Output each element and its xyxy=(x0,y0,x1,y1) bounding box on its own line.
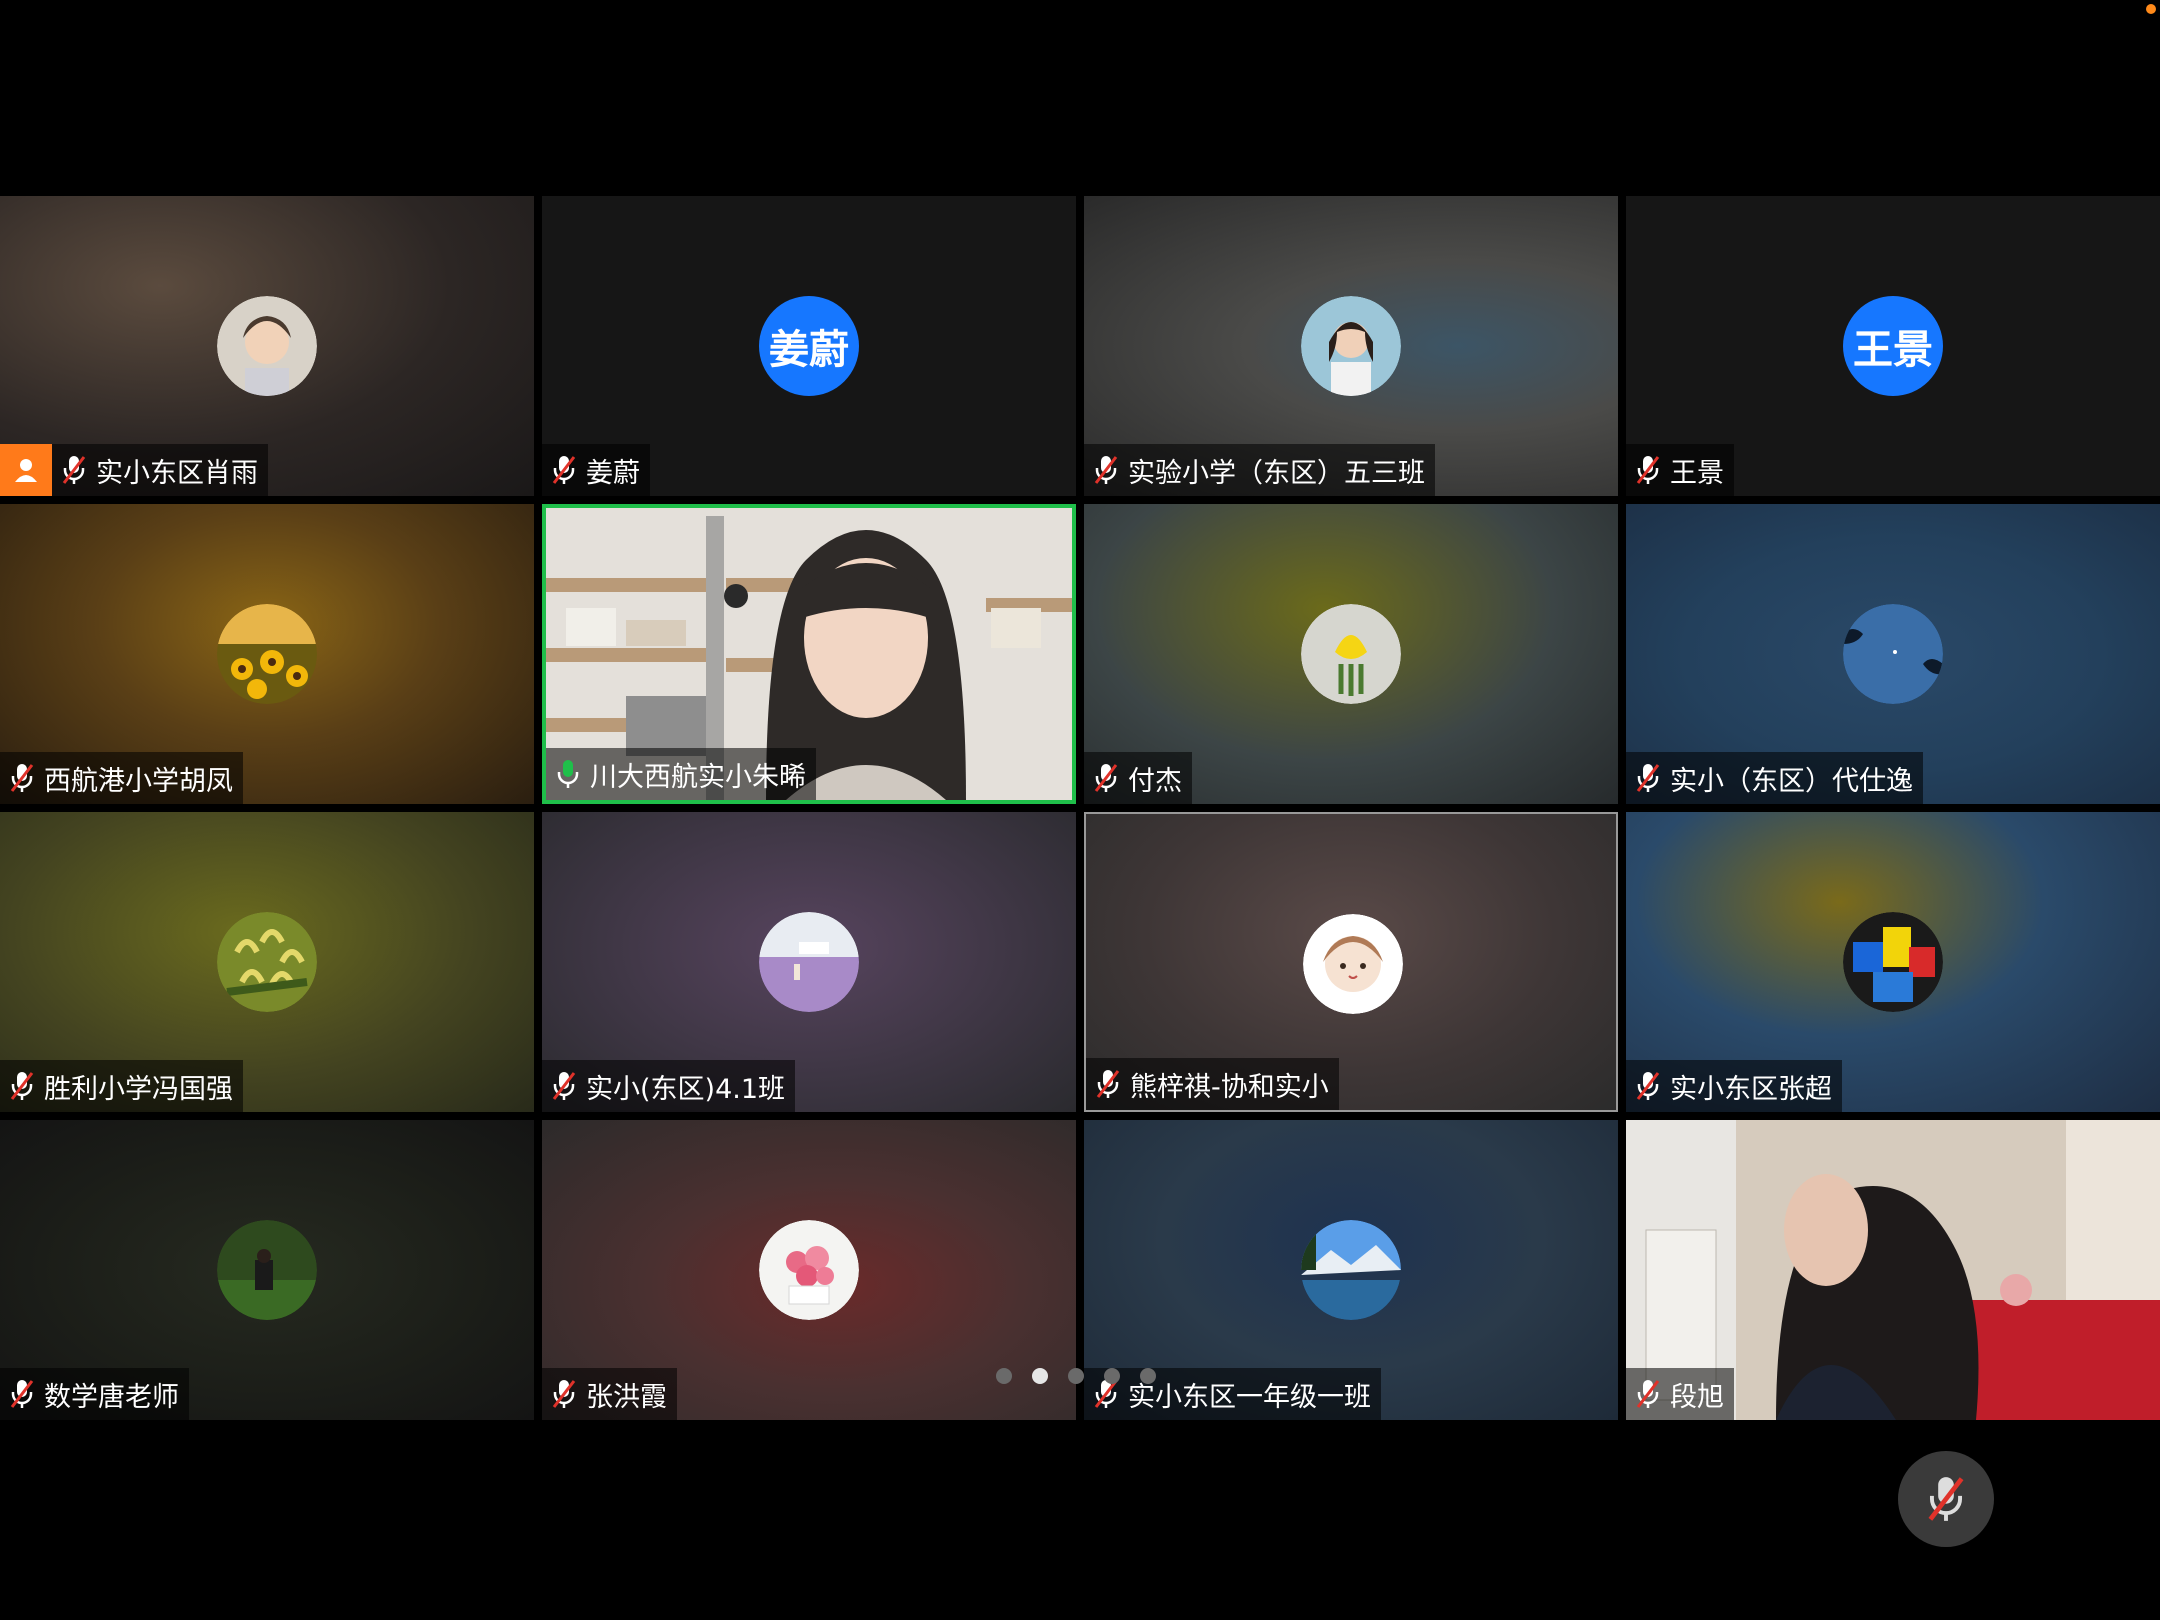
mic-muted-icon xyxy=(1928,1477,1964,1521)
avatar xyxy=(217,604,317,704)
mute-toggle-button[interactable] xyxy=(1898,1451,1994,1547)
participant-name-bar: 段旭 xyxy=(1626,1368,1734,1420)
page-indicator[interactable] xyxy=(996,1368,1156,1384)
avatar xyxy=(1301,296,1401,396)
mic-muted-icon xyxy=(1092,762,1120,794)
avatar xyxy=(1301,1220,1401,1320)
avatar xyxy=(217,912,317,1012)
page-dot[interactable] xyxy=(1068,1368,1084,1384)
mic-active-icon xyxy=(554,758,582,790)
participant-video-tile[interactable]: 川大西航实小朱晞 xyxy=(542,504,1076,804)
participant-tile[interactable]: 胜利小学冯国强 xyxy=(0,812,534,1112)
participant-name-bar: 实小东区张超 xyxy=(1626,1060,1842,1112)
participant-name: 段旭 xyxy=(1670,1381,1724,1413)
avatar xyxy=(1301,604,1401,704)
page-dot[interactable] xyxy=(1140,1368,1156,1384)
participant-name: 熊梓祺-协和实小 xyxy=(1130,1071,1329,1103)
participant-tile[interactable]: 付杰 xyxy=(1084,504,1618,804)
mic-muted-icon xyxy=(1092,454,1120,486)
participant-name-bar: 川大西航实小朱晞 xyxy=(546,748,816,800)
participant-name-bar: 熊梓祺-协和实小 xyxy=(1086,1058,1339,1110)
mic-muted-icon xyxy=(1634,454,1662,486)
mic-muted-icon xyxy=(8,1070,36,1102)
host-person-icon xyxy=(15,459,37,482)
page-dot[interactable] xyxy=(1104,1368,1120,1384)
participant-name: 西航港小学胡凤 xyxy=(44,765,233,797)
avatar xyxy=(1843,604,1943,704)
participant-name: 姜蔚 xyxy=(586,457,640,489)
participant-name-bar: 实小(东区)4.1班 xyxy=(542,1060,796,1112)
participant-name-bar: 胜利小学冯国强 xyxy=(0,1060,243,1112)
participant-name: 实小东区一年级一班 xyxy=(1128,1381,1371,1413)
participant-name: 川大西航实小朱晞 xyxy=(590,761,806,793)
mic-muted-icon xyxy=(60,454,88,486)
participant-name: 实小(东区)4.1班 xyxy=(586,1073,786,1105)
participant-name-bar: 王景 xyxy=(1626,444,1734,496)
participant-name: 实小东区肖雨 xyxy=(96,457,258,489)
participant-name: 付杰 xyxy=(1128,765,1182,797)
participant-name: 胜利小学冯国强 xyxy=(44,1073,233,1105)
mic-muted-icon xyxy=(1634,1378,1662,1410)
page-dot[interactable] xyxy=(996,1368,1012,1384)
participant-name-bar: 西航港小学胡凤 xyxy=(0,752,243,804)
mic-muted-icon xyxy=(550,454,578,486)
participant-name-bar: 姜蔚 xyxy=(542,444,650,496)
participant-tile[interactable]: 实小(东区)4.1班 xyxy=(542,812,1076,1112)
participant-tile[interactable]: 实小东区肖雨 xyxy=(0,196,534,496)
participant-tile[interactable]: 姜蔚 姜蔚 xyxy=(542,196,1076,496)
participant-tile[interactable]: 熊梓祺-协和实小 xyxy=(1084,812,1618,1112)
avatar xyxy=(759,1220,859,1320)
mic-muted-icon xyxy=(8,1378,36,1410)
mic-muted-icon xyxy=(1094,1068,1122,1100)
page-dot-active[interactable] xyxy=(1032,1368,1048,1384)
participant-tile[interactable]: 实小（东区）代仕逸 xyxy=(1626,504,2160,804)
mic-muted-icon xyxy=(8,762,36,794)
participant-tile[interactable]: 实小东区张超 xyxy=(1626,812,2160,1112)
avatar: 姜蔚 xyxy=(759,296,859,396)
participant-name: 张洪霞 xyxy=(586,1381,667,1413)
participant-tile[interactable]: 王景 王景 xyxy=(1626,196,2160,496)
participant-name: 实验小学（东区）五三班 xyxy=(1128,457,1425,489)
host-badge xyxy=(0,444,52,496)
participant-name-bar: 实小（东区）代仕逸 xyxy=(1626,752,1923,804)
mic-muted-icon xyxy=(1634,762,1662,794)
participant-tile[interactable]: 西航港小学胡凤 xyxy=(0,504,534,804)
participant-tile[interactable]: 实小东区一年级一班 xyxy=(1084,1120,1618,1420)
participant-tile[interactable]: 数学唐老师 xyxy=(0,1120,534,1420)
avatar xyxy=(1303,914,1403,1014)
participant-tile[interactable]: 实验小学（东区）五三班 xyxy=(1084,196,1618,496)
mic-muted-icon xyxy=(550,1378,578,1410)
participant-name: 数学唐老师 xyxy=(44,1381,179,1413)
participant-name-bar: 实小东区肖雨 xyxy=(52,444,268,496)
participant-name-bar: 实验小学（东区）五三班 xyxy=(1084,444,1435,496)
avatar: 王景 xyxy=(1843,296,1943,396)
participant-name: 王景 xyxy=(1670,457,1724,489)
participant-name: 实小（东区）代仕逸 xyxy=(1670,765,1913,797)
avatar xyxy=(759,912,859,1012)
avatar xyxy=(1843,912,1943,1012)
avatar xyxy=(217,296,317,396)
mic-muted-icon xyxy=(1634,1070,1662,1102)
participant-name: 实小东区张超 xyxy=(1670,1073,1832,1105)
mic-muted-icon xyxy=(550,1070,578,1102)
avatar xyxy=(217,1220,317,1320)
participant-name-bar: 张洪霞 xyxy=(542,1368,677,1420)
participant-name-bar: 数学唐老师 xyxy=(0,1368,189,1420)
participant-video-tile[interactable]: 段旭 xyxy=(1626,1120,2160,1420)
participant-name-bar: 付杰 xyxy=(1084,752,1192,804)
